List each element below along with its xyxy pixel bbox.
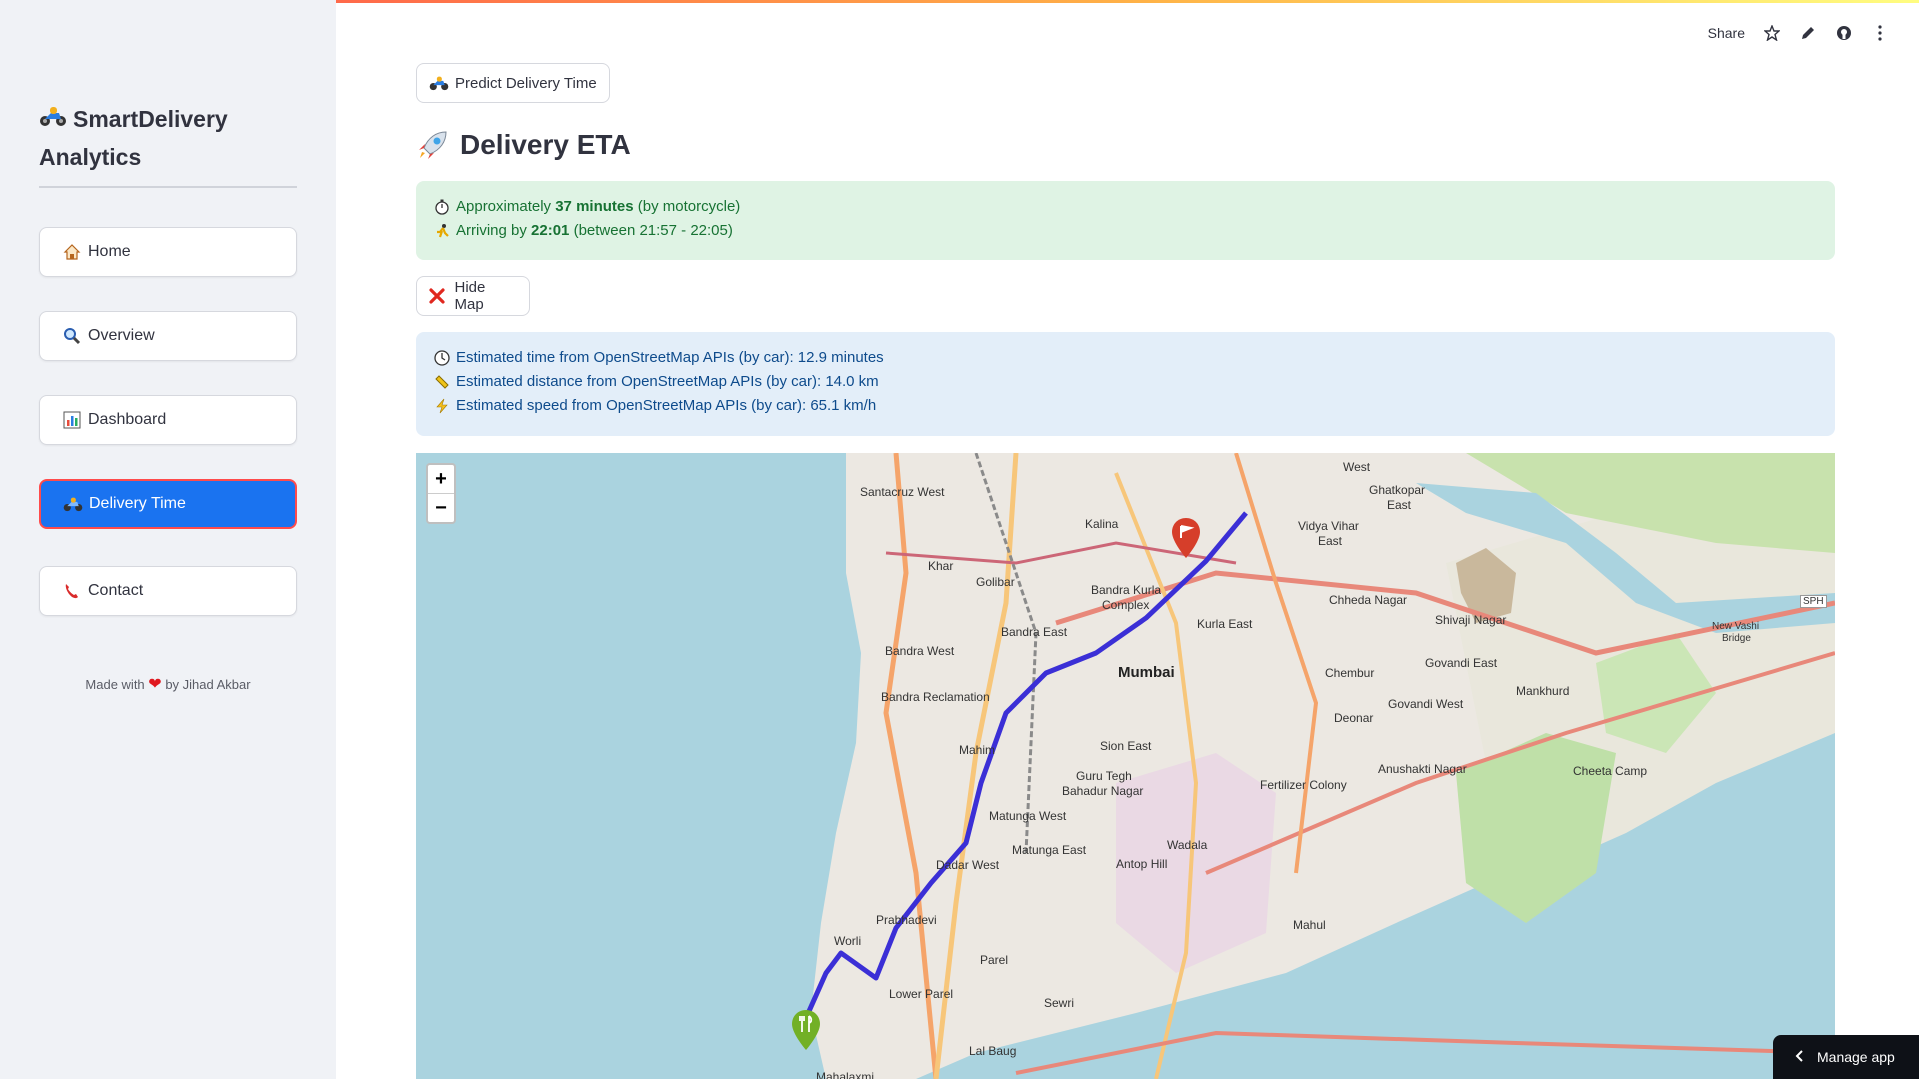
map-label: Matunga West	[989, 809, 1067, 823]
map-label: Anushakti Nagar	[1378, 762, 1467, 776]
magnifier-icon	[62, 326, 82, 346]
map-label: Antop Hill	[1116, 857, 1168, 871]
map-label: Santacruz West	[860, 485, 945, 499]
lightning-icon	[434, 398, 454, 414]
map-label: Mahalaxmi	[816, 1070, 875, 1079]
page-title: Delivery ETA	[416, 128, 631, 162]
runner-icon	[434, 223, 454, 239]
map-label: Prabhadevi	[876, 913, 937, 927]
sidebar-item-label: Delivery Time	[89, 495, 186, 512]
sidebar-item-delivery-time[interactable]: Delivery Time	[39, 479, 297, 529]
map-label: Complex	[1102, 598, 1150, 612]
map-label: Govandi West	[1388, 697, 1464, 711]
map-label: Lal Baug	[969, 1044, 1017, 1058]
share-button[interactable]: Share	[1708, 25, 1745, 41]
map-label: Bandra East	[1001, 625, 1068, 639]
sidebar-item-label: Dashboard	[88, 411, 167, 428]
map-label: Ghatkopar	[1369, 483, 1426, 497]
manage-app-button[interactable]: Manage app	[1773, 1035, 1919, 1079]
map-label: Bahadur Nagar	[1062, 784, 1144, 798]
map-label: Vidya Vihar	[1298, 519, 1359, 533]
sidebar-item-label: Overview	[88, 327, 155, 344]
map-label: Matunga East	[1012, 843, 1087, 857]
map-label: West	[1343, 460, 1371, 474]
zoom-out-button[interactable]: −	[428, 493, 454, 522]
map-label: Sion East	[1100, 739, 1152, 753]
predict-delivery-time-button[interactable]: Predict Delivery Time	[416, 63, 610, 103]
sidebar-item-dashboard[interactable]: Dashboard	[39, 395, 297, 445]
app-header: Share	[1708, 24, 1889, 42]
motorcycle-icon	[63, 494, 83, 514]
map-label: Mahim	[959, 743, 996, 757]
github-icon[interactable]	[1835, 24, 1853, 42]
map-label: Bandra West	[885, 644, 955, 658]
map-label: Guru Tegh	[1076, 769, 1132, 783]
sidebar-item-overview[interactable]: Overview	[39, 311, 297, 361]
map-label: Mumbai	[1118, 664, 1175, 681]
sidebar-item-contact[interactable]: Contact	[39, 566, 297, 616]
map-label: Chembur	[1325, 666, 1375, 680]
map-label: Golibar	[976, 575, 1015, 589]
map-label: Mankhurd	[1516, 684, 1570, 698]
map-label: Kurla East	[1197, 617, 1253, 631]
map-label: Bandra Reclamation	[881, 690, 990, 704]
brand-line2: Analytics	[39, 144, 142, 170]
map-label: Govandi East	[1425, 656, 1498, 670]
heart-icon: ❤	[148, 676, 162, 693]
stopwatch-icon	[434, 199, 454, 215]
more-vertical-icon[interactable]	[1871, 24, 1889, 42]
map-label: Bandra Kurla	[1091, 583, 1162, 597]
sidebar-item-label: Contact	[88, 582, 144, 599]
map-label: Parel	[980, 953, 1009, 967]
ruler-icon	[434, 374, 454, 390]
footer-note: Made with ❤ by Jihad Akbar	[85, 676, 251, 693]
close-icon	[429, 288, 448, 304]
map-label: SPH	[1800, 595, 1827, 608]
brand-line1: SmartDelivery	[73, 106, 228, 132]
motorcycle-icon	[429, 75, 449, 91]
sidebar-item-home[interactable]: Home	[39, 227, 297, 277]
map-label: Bridge	[1722, 633, 1751, 644]
zoom-control: + −	[426, 463, 456, 524]
map-label: Khar	[928, 559, 954, 573]
map-label: Mahul	[1293, 918, 1326, 932]
phone-icon	[62, 581, 82, 601]
map-label: Deonar	[1334, 711, 1374, 725]
map-label: Wadala	[1167, 838, 1208, 852]
sidebar-item-label: Home	[88, 243, 131, 260]
zoom-in-button[interactable]: +	[428, 465, 454, 493]
chevron-left-icon	[1795, 1049, 1803, 1065]
map-label: East	[1318, 534, 1343, 548]
map-label: Sewri	[1044, 996, 1075, 1010]
map-label: East	[1387, 498, 1412, 512]
map-label: Lower Parel	[889, 987, 954, 1001]
motorcycle-icon	[39, 100, 67, 138]
star-icon[interactable]	[1763, 24, 1781, 42]
map-label: Cheeta Camp	[1573, 764, 1648, 778]
pencil-icon[interactable]	[1799, 24, 1817, 42]
hide-map-button[interactable]: Hide Map	[416, 276, 530, 316]
map-label: New Vashi	[1712, 621, 1760, 632]
divider	[39, 186, 297, 188]
bar-chart-icon	[62, 410, 82, 430]
map-label: Worli	[834, 934, 862, 948]
brand-title: SmartDelivery Analytics	[39, 100, 299, 176]
map-label: Dadar West	[936, 858, 1000, 872]
house-icon	[62, 242, 82, 262]
clock-icon	[434, 350, 454, 366]
route-map[interactable]: + − Santacruz West Kalina Khar Golibar B…	[416, 453, 1835, 1079]
eta-success-alert: Approximately 37 minutes (by motorcycle)…	[416, 181, 1835, 260]
sidebar: SmartDelivery Analytics Home Overview Da…	[0, 0, 336, 1079]
map-label: Shivaji Nagar	[1435, 613, 1507, 627]
map-label: Chheda Nagar	[1329, 593, 1408, 607]
rocket-icon	[416, 128, 450, 162]
osm-info-alert: Estimated time from OpenStreetMap APIs (…	[416, 332, 1835, 436]
map-label: Fertilizer Colony	[1260, 778, 1347, 792]
map-label: Kalina	[1085, 517, 1119, 531]
